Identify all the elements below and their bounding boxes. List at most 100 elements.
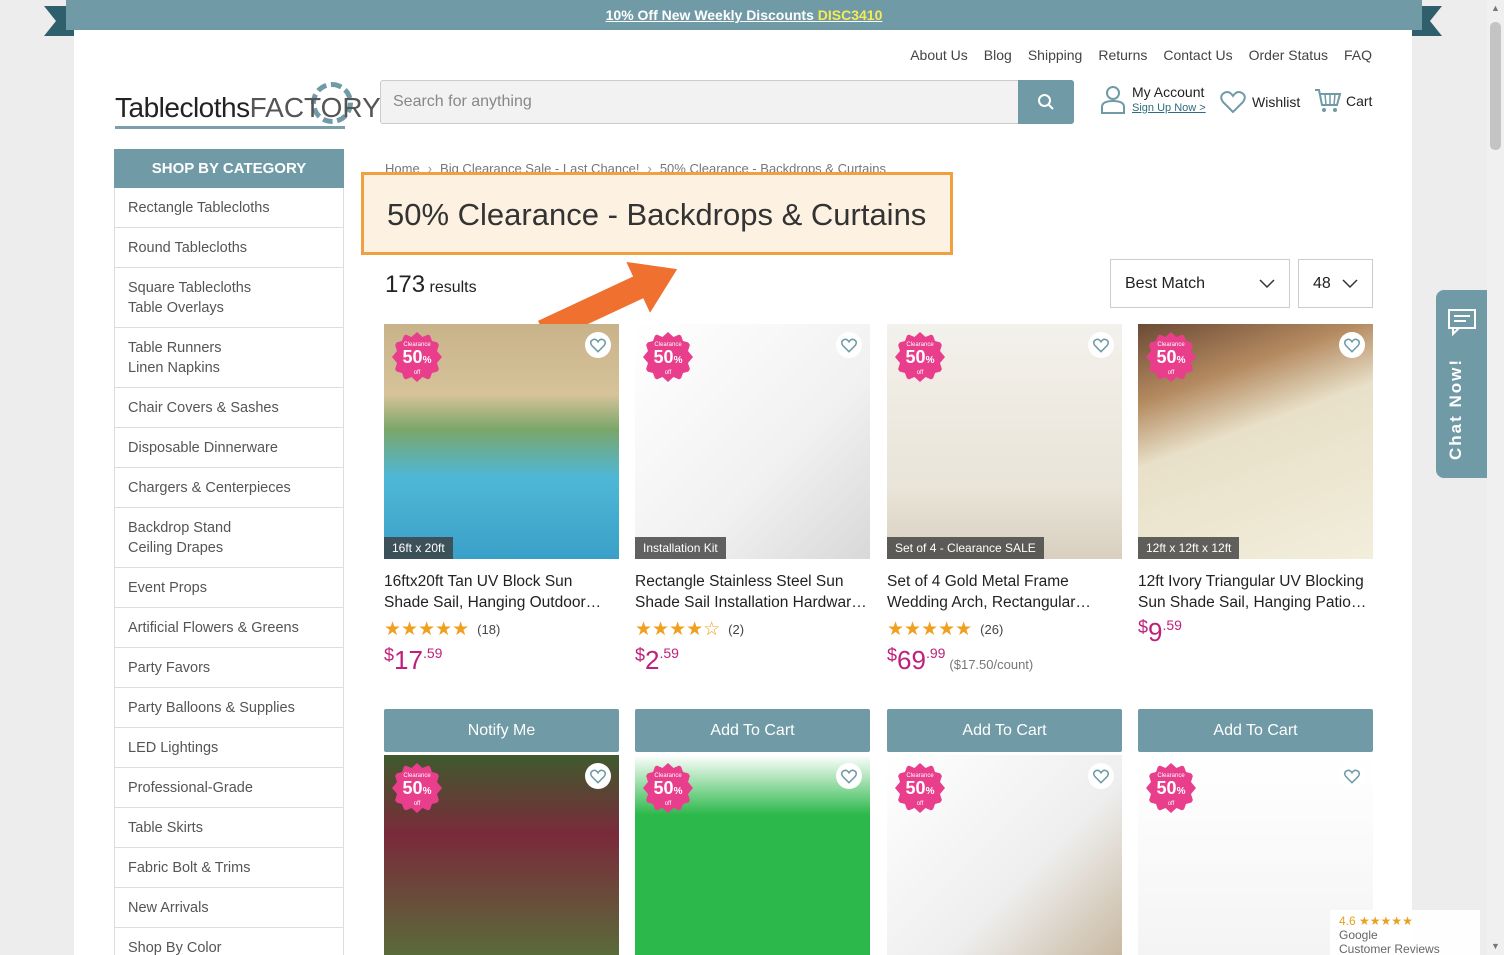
chat-label: Chat Now! [1446,357,1465,460]
wishlist-heart-icon[interactable] [836,332,862,358]
logo-underline [115,126,345,129]
add-to-cart-button[interactable]: Add To Cart [887,709,1122,752]
sidebar-item[interactable]: Table Skirts [115,808,343,848]
product-price: $69.99($17.50/count) [887,645,1034,675]
sidebar-item[interactable]: Backdrop Stand Ceiling Drapes [115,508,343,568]
google-stars: ★★★★★ [1359,914,1413,928]
top-nav: About Us Blog Shipping Returns Contact U… [910,47,1372,63]
nav-order-status[interactable]: Order Status [1249,47,1328,63]
wishlist-heart-icon[interactable] [1088,763,1114,789]
site-logo[interactable]: TableclothsFACTORY [115,82,381,130]
wishlist-heart-icon[interactable] [1088,332,1114,358]
clearance-badge: Clearance 50% off [1146,332,1196,382]
product-rating: ★★★★★ (26) [887,618,1122,641]
my-account-label: My Account [1132,84,1205,100]
unit-price: ($17.50/count) [949,657,1034,672]
nav-blog[interactable]: Blog [984,47,1012,63]
sidebar-item[interactable]: Artificial Flowers & Greens [115,608,343,648]
product-card[interactable]: Clearance 50% off [635,755,870,955]
logo-text-factory: FACTORY [249,92,381,123]
scroll-thumb[interactable] [1490,22,1501,150]
sidebar-item[interactable]: LED Lightings [115,728,343,768]
product-name[interactable]: 16ftx20ft Tan UV Block Sun Shade Sail, H… [384,571,619,613]
product-rating: ★★★★☆ (2) [635,618,870,641]
wishlist-heart-icon[interactable] [836,763,862,789]
results-count: 173 results [385,271,477,299]
product-image[interactable]: Clearance 50% off [635,755,870,955]
scroll-up-icon[interactable]: ▲ [1491,4,1500,13]
search-input[interactable] [381,81,1018,123]
sidebar-item[interactable]: Square Tablecloths Table Overlays [115,268,343,328]
sidebar-item[interactable]: Party Balloons & Supplies [115,688,343,728]
sidebar-item[interactable]: Rectangle Tablecloths [115,188,343,228]
sidebar-item[interactable]: Chair Covers & Sashes [115,388,343,428]
sidebar-item[interactable]: Party Favors [115,648,343,688]
product-name[interactable]: 12ft Ivory Triangular UV Blocking Sun Sh… [1138,571,1373,613]
product-variant-tag: 12ft x 12ft x 12ft [1138,537,1240,559]
sidebar-item[interactable]: Event Props [115,568,343,608]
product-image[interactable]: Clearance 50% off Set of 4 - Clearance SALE [887,324,1122,559]
add-to-cart-button[interactable]: Add To Cart [635,709,870,752]
wishlist-heart-icon[interactable] [1339,332,1365,358]
sidebar-item[interactable]: Disposable Dinnerware [115,428,343,468]
sidebar-item[interactable]: Chargers & Centerpieces [115,468,343,508]
review-count: (18) [477,622,501,637]
wishlist-heart-icon[interactable] [585,763,611,789]
product-image[interactable]: Clearance 50% off Installation Kit [635,324,870,559]
product-variant-tag: Installation Kit [635,537,726,559]
search-icon [1038,94,1054,110]
nav-returns[interactable]: Returns [1098,47,1147,63]
product-image[interactable]: Clearance 50% off 12ft x 12ft x 12ft [1138,324,1373,559]
wishlist-heart-icon[interactable] [1339,763,1365,789]
wishlist-link[interactable]: Wishlist [1220,90,1300,114]
search-bar [380,80,1074,124]
product-card[interactable]: Clearance 50% off 16ft x 20ft 16ftx20ft Tan … [384,324,619,676]
per-page-dropdown[interactable]: 48 [1298,259,1373,308]
promo-link[interactable]: 10% Off New Weekly Discounts DISC3410 [606,7,883,23]
my-account[interactable]: My Account Sign Up Now > [1100,84,1206,114]
sidebar-item[interactable]: Professional-Grade [115,768,343,808]
product-image[interactable]: Clearance 50% off 16ft x 20ft [384,324,619,559]
results-label: results [429,279,477,296]
nav-faq[interactable]: FAQ [1344,47,1372,63]
sidebar-item[interactable]: Fabric Bolt & Trims [115,848,343,888]
sign-up-link[interactable]: Sign Up Now > [1132,102,1206,114]
clearance-badge: Clearance 50% off [643,332,693,382]
nav-shipping[interactable]: Shipping [1028,47,1083,63]
cart-link[interactable]: Cart [1314,88,1372,114]
product-image[interactable]: Clearance 50% off [384,755,619,955]
nav-contact-us[interactable]: Contact Us [1163,47,1232,63]
wishlist-heart-icon[interactable] [585,332,611,358]
product-card[interactable]: Clearance 50% off 12ft x 12ft x 12ft 12ft Iv… [1138,324,1373,648]
sidebar-item[interactable]: Table Runners Linen Napkins [115,328,343,388]
per-page-selected: 48 [1313,274,1331,292]
google-reviews-badge[interactable]: 4.6 ★★★★★ Google Customer Reviews [1330,910,1480,955]
search-button[interactable] [1018,80,1074,124]
results-number: 173 [385,271,426,298]
chat-icon [1448,309,1476,336]
product-name[interactable]: Set of 4 Gold Metal Frame Wedding Arch, … [887,571,1122,613]
notify-me-button[interactable]: Notify Me [384,709,619,752]
product-card[interactable]: Clearance 50% off [887,755,1122,955]
nav-about-us[interactable]: About Us [910,47,968,63]
sidebar-item[interactable]: New Arrivals [115,888,343,928]
product-image[interactable]: Clearance 50% off [887,755,1122,955]
product-card[interactable]: Clearance 50% off Installation Kit Rectangle… [635,324,870,676]
title-highlight: 50% Clearance - Backdrops & Curtains [361,172,953,255]
product-card[interactable]: Clearance 50% off Set of 4 - Clearance SALE… [887,324,1122,676]
category-list: Rectangle Tablecloths Round Tablecloths Sq… [114,188,344,955]
google-sublabel: Customer Reviews [1339,942,1440,955]
chat-now-tab[interactable]: Chat Now! [1436,290,1488,478]
heart-icon [1220,91,1246,114]
scrollbar[interactable]: ▲ ▼ [1487,0,1504,955]
clearance-badge: Clearance 50% off [895,763,945,813]
add-to-cart-button[interactable]: Add To Cart [1138,709,1373,752]
clearance-badge: Clearance 50% off [392,763,442,813]
sidebar-item[interactable]: Shop By Color [115,928,343,955]
scroll-down-icon[interactable]: ▼ [1491,942,1500,951]
clearance-badge: Clearance 50% off [895,332,945,382]
product-name[interactable]: Rectangle Stainless Steel Sun Shade Sail… [635,571,870,613]
sort-dropdown[interactable]: Best Match [1110,259,1290,308]
product-card[interactable]: Clearance 50% off [384,755,619,955]
sidebar-item[interactable]: Round Tablecloths [115,228,343,268]
